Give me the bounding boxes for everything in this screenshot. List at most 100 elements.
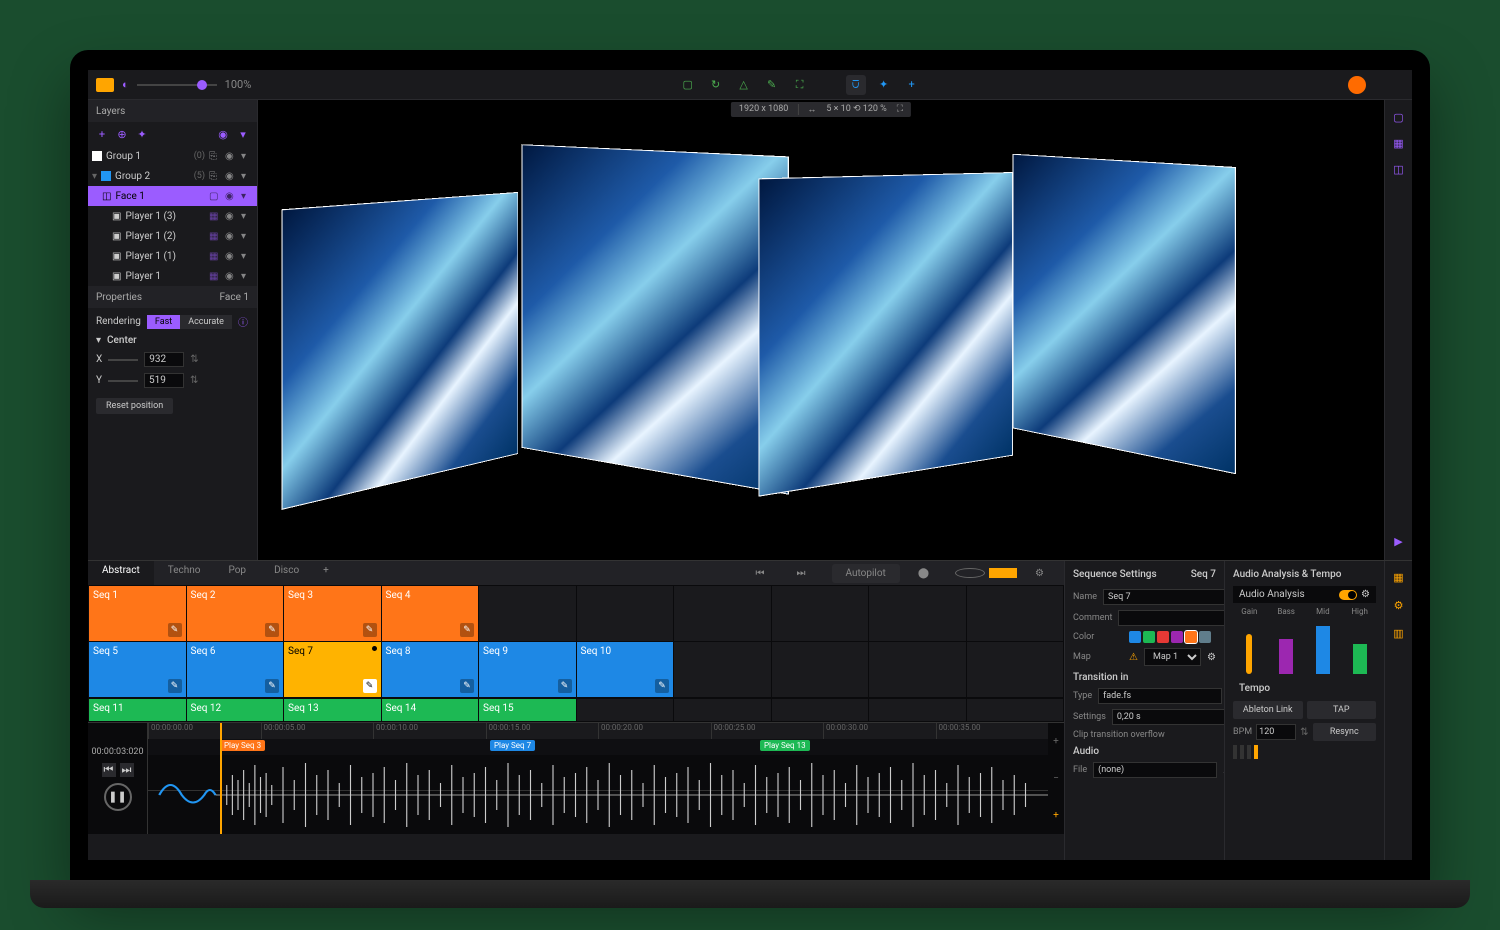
pause-button[interactable]: ❚❚	[104, 783, 132, 811]
add-marker-icon[interactable]: +	[1048, 797, 1064, 834]
y-slider[interactable]	[108, 380, 138, 382]
layer-row[interactable]: Group 1 (0) ⎘ ◉ ▾	[88, 146, 257, 166]
seq-cell[interactable]: Seq 5✎	[89, 642, 186, 697]
pen-icon[interactable]: ✎	[762, 75, 782, 95]
tab-disco[interactable]: Disco	[260, 561, 313, 585]
chevron-icon[interactable]: ▾	[241, 191, 253, 202]
add-tab-button[interactable]: +	[313, 561, 339, 585]
playhead[interactable]	[220, 723, 222, 834]
edit-icon[interactable]: ✎	[168, 623, 182, 637]
tab-pop[interactable]: Pop	[214, 561, 260, 585]
color-swatch[interactable]	[1171, 631, 1183, 643]
seq-cell[interactable]: Seq 15	[479, 699, 576, 721]
transition-duration-input[interactable]	[1112, 709, 1236, 725]
x-input[interactable]	[144, 352, 184, 367]
stepper-icon[interactable]: ⇅	[190, 354, 198, 365]
zoom-out-icon[interactable]: −	[1048, 760, 1064, 797]
color-swatch-selected[interactable]	[1185, 631, 1197, 643]
stack-icon[interactable]: ▦	[209, 251, 221, 262]
seq-cell[interactable]: Seq 4✎	[382, 586, 479, 641]
seq-cell[interactable]: Seq 1✎	[89, 586, 186, 641]
seq-cell[interactable]: Seq 3✎	[284, 586, 381, 641]
palette-icon[interactable]	[1348, 76, 1366, 94]
zoom-in-icon[interactable]: +	[1048, 723, 1064, 760]
stepper-icon[interactable]: ⇅	[190, 375, 198, 386]
seq-cell[interactable]: Seq 10✎	[577, 642, 674, 697]
chevron-icon[interactable]: ▾	[241, 211, 253, 222]
seq-cell[interactable]: Seq 13	[284, 699, 381, 721]
color-swatch[interactable]	[1143, 631, 1155, 643]
triangle-icon[interactable]: △	[734, 75, 754, 95]
center-section[interactable]: Center	[107, 335, 137, 346]
link-icon[interactable]: ⎘	[209, 171, 221, 182]
snap-icon[interactable]: ✦	[874, 75, 894, 95]
seq-name-input[interactable]	[1103, 589, 1227, 605]
prev-seq-icon[interactable]: ⏮	[742, 564, 779, 583]
seq-cell[interactable]: Seq 8✎	[382, 642, 479, 697]
analysis-toggle[interactable]	[1339, 590, 1357, 600]
rendering-toggle[interactable]: Fast Accurate	[147, 315, 232, 329]
stepper-icon[interactable]: ⇅	[1300, 727, 1308, 738]
chevron-icon[interactable]: ▾	[241, 231, 253, 242]
waveform[interactable]	[148, 755, 1048, 834]
reset-position-button[interactable]: Reset position	[96, 398, 173, 414]
effects-icon[interactable]: ✦	[134, 126, 150, 142]
bars-icon[interactable]: ▥	[1389, 623, 1409, 643]
map-select[interactable]: Map 1	[1144, 648, 1201, 666]
marker[interactable]: Play Seq 13	[760, 740, 810, 751]
timeline-prev-icon[interactable]: ⏮	[102, 763, 116, 777]
eye-icon[interactable]: ◉	[225, 231, 237, 242]
audio-file-input[interactable]	[1093, 762, 1217, 778]
record-icon[interactable]	[955, 568, 985, 578]
chevron-icon[interactable]: ▾	[241, 171, 253, 182]
sliders-icon[interactable]: ⚙	[1389, 595, 1409, 615]
chevron-icon[interactable]: ▾	[241, 271, 253, 282]
layer-row[interactable]: ▣ Player 1 (2) ▦ ◉ ▾	[88, 226, 257, 246]
color-swatch[interactable]	[1157, 631, 1169, 643]
magnet-icon[interactable]: ⩂	[846, 75, 866, 95]
layer-row[interactable]: ▣ Player 1 (1) ▦ ◉ ▾	[88, 246, 257, 266]
settings-icon[interactable]: ⚙	[1021, 564, 1058, 583]
eye-icon[interactable]: ◉	[225, 171, 237, 182]
next-seq-icon[interactable]: ⏭	[783, 564, 820, 583]
y-input[interactable]	[144, 373, 184, 388]
zoom-slider[interactable]	[137, 84, 217, 86]
stack-icon[interactable]: ▦	[209, 211, 221, 222]
seq-cell-active[interactable]: Seq 7✎	[284, 642, 381, 697]
info-icon[interactable]: ⓘ	[238, 314, 248, 329]
add-icon[interactable]: +	[902, 75, 922, 95]
tab-abstract[interactable]: Abstract	[88, 561, 154, 585]
seq-cell[interactable]: Seq 14	[382, 699, 479, 721]
seq-cell[interactable]: Seq 9✎	[479, 642, 576, 697]
seq-cell[interactable]: Seq 2✎	[187, 586, 284, 641]
seq-cell[interactable]: Seq 6✎	[187, 642, 284, 697]
eye-icon[interactable]: ◉	[225, 191, 237, 202]
chevron-icon[interactable]: ▾	[241, 251, 253, 262]
layer-row[interactable]: ▾ Group 2 (5) ⎘ ◉ ▾	[88, 166, 257, 186]
stack-icon[interactable]: ▦	[209, 271, 221, 282]
seq-cell[interactable]: Seq 12	[187, 699, 284, 721]
bpm-input[interactable]	[1256, 724, 1296, 740]
x-slider[interactable]	[108, 359, 138, 361]
rotate-icon[interactable]: ↻	[706, 75, 726, 95]
timeline-next-icon[interactable]: ⏭	[120, 763, 134, 777]
visibility-icon[interactable]: ◉	[215, 126, 231, 142]
eye-icon[interactable]: ◉	[225, 251, 237, 262]
autopilot-toggle[interactable]: ⬤	[904, 564, 943, 583]
marker[interactable]: Play Seq 3	[220, 740, 265, 751]
color-swatch[interactable]	[1199, 631, 1211, 643]
ableton-link-button[interactable]: Ableton Link	[1233, 701, 1303, 719]
transform-icon[interactable]: ⛶	[790, 75, 810, 95]
timeline-ruler[interactable]: 00:00:00.0000:00:05.0000:00:10.0000:00:1…	[148, 723, 1048, 739]
gear-icon[interactable]: ⚙	[1361, 589, 1370, 600]
color-swatch[interactable]	[1129, 631, 1141, 643]
layer-row[interactable]: ▣ Player 1 ▦ ◉ ▾	[88, 266, 257, 286]
crop-icon[interactable]: ▢	[678, 75, 698, 95]
link-icon[interactable]: ⎘	[209, 151, 221, 162]
grid-icon[interactable]: ▦	[1390, 134, 1408, 152]
output-icon[interactable]: ▶	[1390, 532, 1408, 550]
preview-viewport[interactable]: 1920 x 1080 ↔ 5 × 10 ⟲ 120 % ⛶	[258, 100, 1384, 560]
add-layer-icon[interactable]: +	[94, 126, 110, 142]
panel-icon[interactable]: ▢	[1390, 108, 1408, 126]
contrast-icon[interactable]: ◐	[122, 78, 129, 91]
